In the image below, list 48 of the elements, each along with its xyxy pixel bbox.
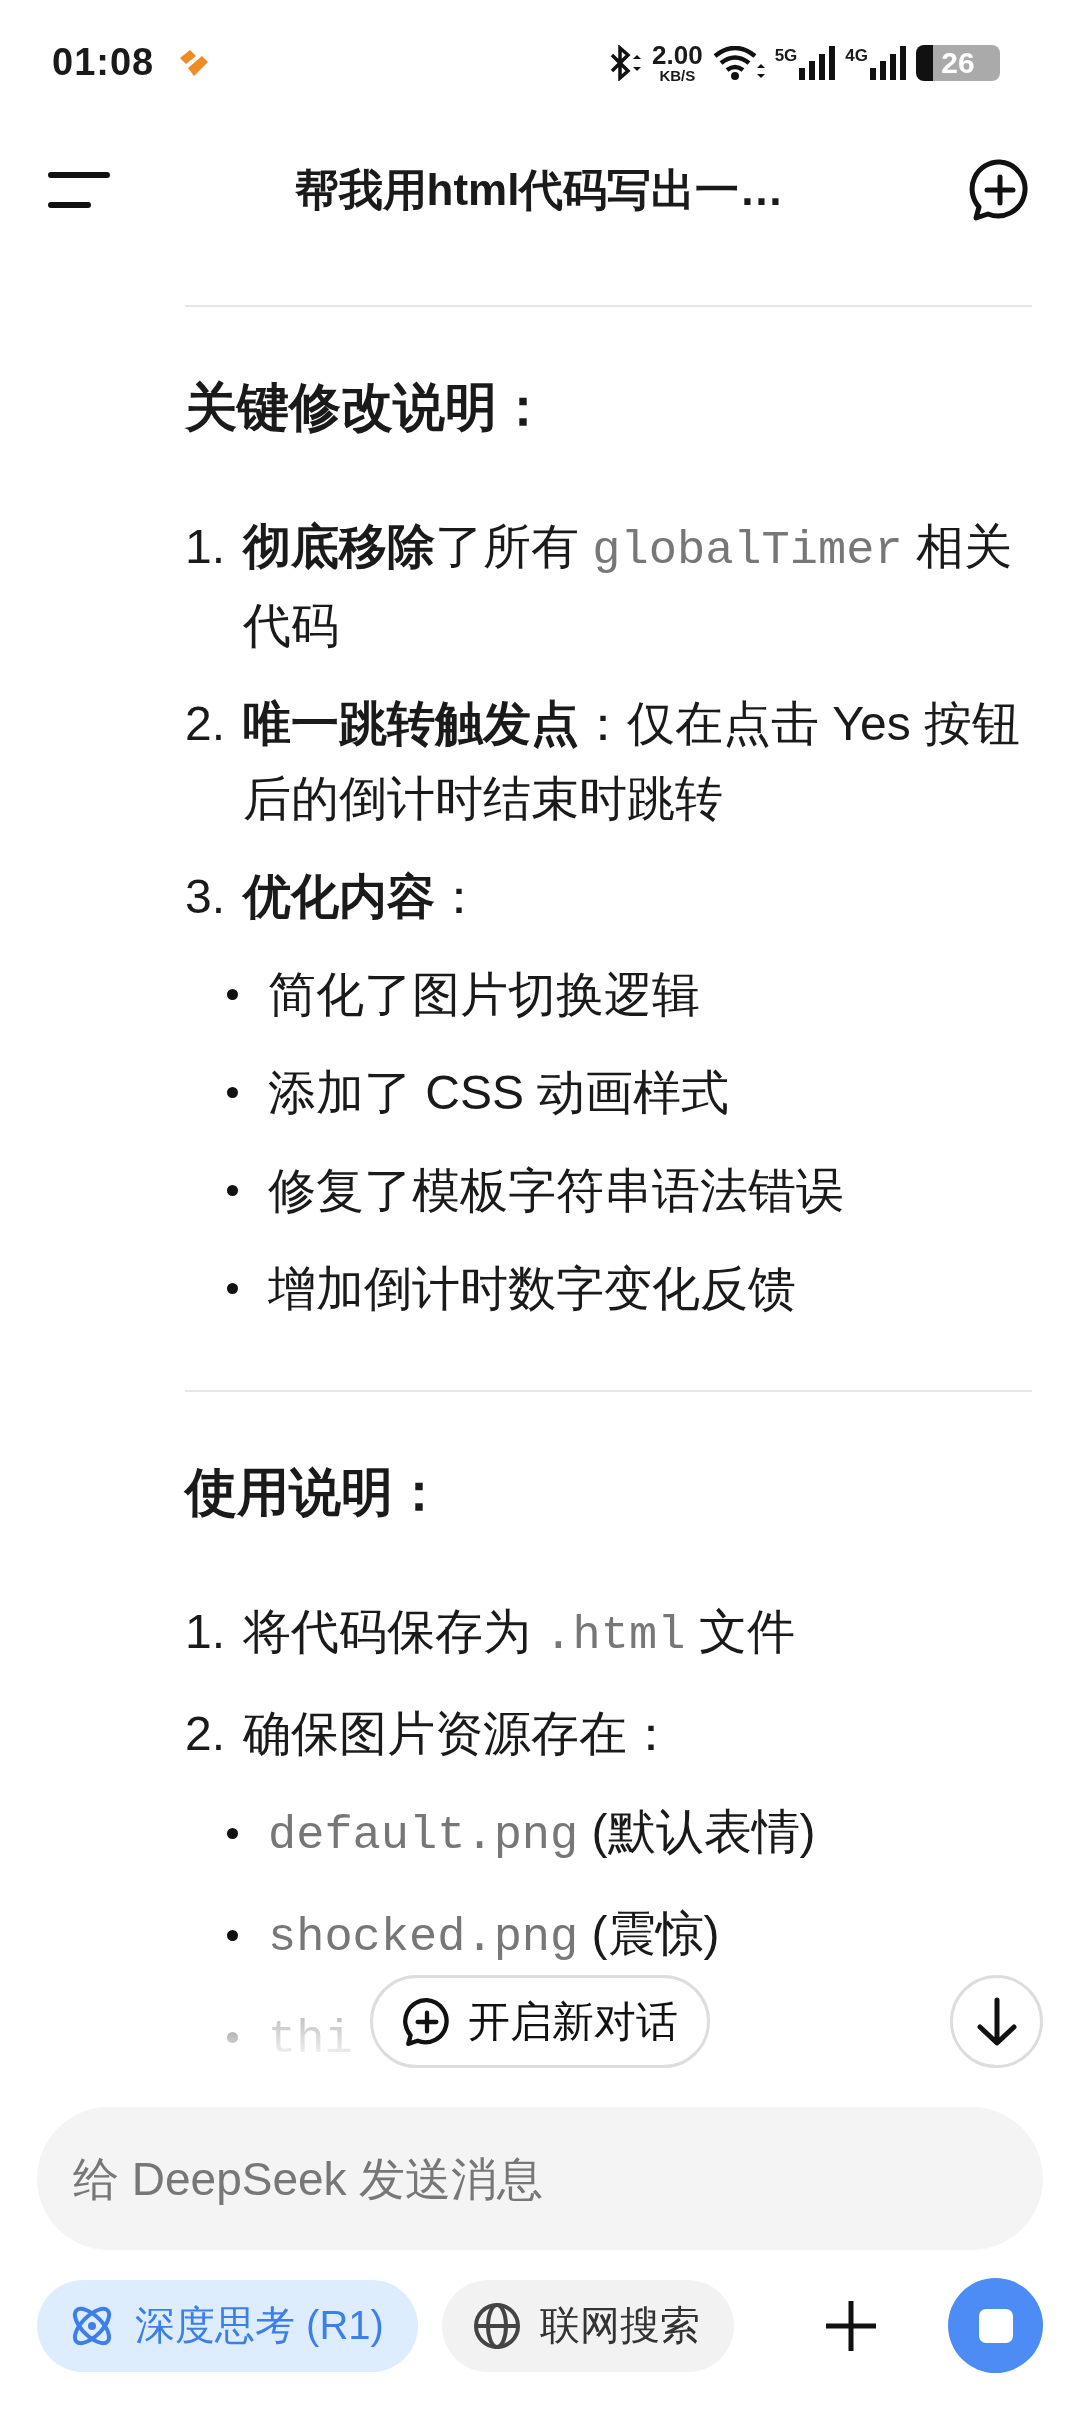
bullet-icon bbox=[227, 1087, 238, 1098]
status-time: 01:08 bbox=[52, 41, 155, 84]
globe-icon bbox=[471, 2300, 522, 2351]
signal-icon bbox=[799, 45, 836, 80]
list-item-text: 唯一跳转触发点：仅在点击 Yes 按钮后的倒计时结束时跳转 bbox=[243, 696, 1021, 827]
bullet-icon bbox=[227, 1930, 238, 1941]
stop-icon bbox=[978, 2308, 1013, 2343]
menu-button[interactable] bbox=[48, 170, 110, 210]
list-item-text: 将代码保存为 .html 文件 bbox=[243, 1604, 796, 1664]
bluetooth-icon bbox=[608, 44, 642, 81]
network-speed-unit: KB/S bbox=[659, 68, 696, 83]
list-item-text: 确保图片资源存在： bbox=[243, 1706, 676, 1762]
bullet-icon bbox=[227, 1828, 238, 1839]
add-attachment-button[interactable] bbox=[824, 2298, 878, 2353]
section-heading: 使用说明： bbox=[185, 1462, 446, 1523]
section-heading: 关键修改说明： bbox=[185, 377, 550, 438]
chat-plus-icon bbox=[402, 1996, 452, 2047]
bullet-text: 修复了模板字符串语法错误 bbox=[268, 1163, 844, 1219]
bullet-icon bbox=[227, 1283, 238, 1294]
list-item-text: 优化内容： bbox=[243, 869, 484, 925]
list-number: 3. bbox=[185, 869, 227, 925]
bullet-text: default.png (默认表情) bbox=[268, 1804, 816, 1864]
message-input[interactable]: 给 DeepSeek 发送消息 bbox=[37, 2107, 1043, 2250]
network-speed: 2.00 bbox=[652, 42, 703, 68]
network-type: 4G bbox=[845, 45, 868, 66]
wifi-icon bbox=[712, 45, 765, 80]
list-number: 1. bbox=[185, 1604, 227, 1660]
chat-title: 帮我用html代码写出一… bbox=[293, 163, 785, 216]
bullet-text: thi bbox=[268, 2012, 353, 2068]
bullet-icon bbox=[227, 989, 238, 1000]
bullet-text: shocked.png (震惊) bbox=[268, 1906, 720, 1966]
list-number: 2. bbox=[185, 1706, 227, 1762]
plus-icon bbox=[824, 2298, 878, 2353]
mode-toggle[interactable]: 联网搜索 bbox=[441, 2279, 734, 2372]
bullet-text: 添加了 CSS 动画样式 bbox=[268, 1065, 730, 1121]
menu-icon bbox=[48, 170, 110, 210]
bullet-text: 简化了图片切换逻辑 bbox=[268, 967, 700, 1023]
list-number: 2. bbox=[185, 696, 227, 752]
arrow-down-icon bbox=[974, 1996, 1019, 2047]
network-type: 5G bbox=[774, 45, 798, 66]
list-item-text: 彻底移除了所有 globalTimer 相关代码 bbox=[243, 519, 1013, 654]
battery-level: 26 bbox=[916, 44, 1000, 81]
signal-icon bbox=[870, 45, 906, 80]
new-chat-button[interactable]: 开启新对话 bbox=[370, 1975, 710, 2068]
bullet-icon bbox=[227, 2032, 238, 2043]
list-number: 1. bbox=[185, 519, 227, 575]
bullet-icon bbox=[227, 1185, 238, 1196]
bullet-text: 增加倒计时数字变化反馈 bbox=[268, 1261, 796, 1317]
